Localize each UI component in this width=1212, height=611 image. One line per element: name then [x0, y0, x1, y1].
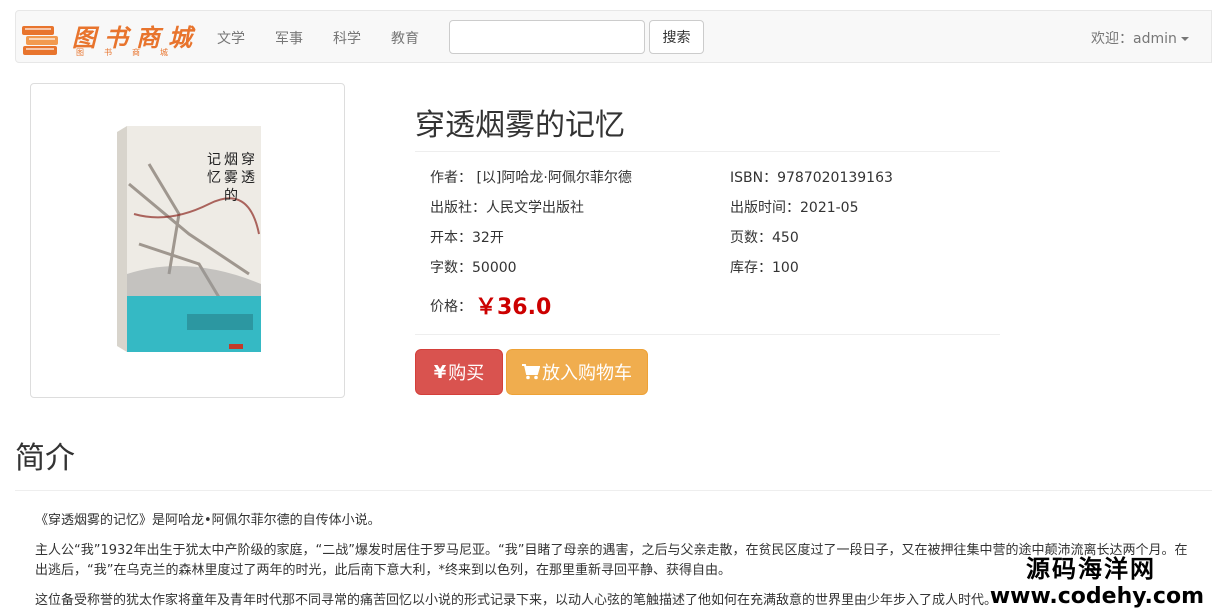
search-button[interactable]: 搜索	[649, 20, 704, 54]
svg-text:雾: 雾	[224, 170, 238, 186]
nav-item-education[interactable]: 教育	[391, 28, 419, 48]
nav-item-science[interactable]: 科学	[333, 28, 361, 48]
book-publisher: 出版社：人民文学出版社	[430, 200, 584, 216]
book-words: 字数：50000	[430, 260, 517, 276]
add-to-cart-button[interactable]: 放入购物车	[506, 349, 648, 395]
buy-button[interactable]: ¥ 购买	[415, 349, 503, 395]
welcome-text: 欢迎：admin	[1091, 31, 1177, 47]
brand-subtitle: 图书商城	[76, 48, 188, 57]
buy-button-label: 购买	[448, 363, 485, 384]
search-input[interactable]	[449, 20, 645, 54]
intro-paragraph: 《穿透烟雾的记忆》是阿哈龙•阿佩尔菲尔德的自传体小说。	[35, 513, 381, 528]
brand-logo[interactable]: 图书商城 图书商城	[20, 16, 200, 60]
caret-down-icon	[1180, 37, 1189, 41]
nav-item-literature[interactable]: 文学	[217, 28, 245, 48]
watermark-cn: 源码海洋网	[1026, 555, 1156, 583]
book-pubdate: 出版时间：2021-05	[730, 200, 859, 216]
user-menu[interactable]: 欢迎：admin	[1091, 28, 1189, 48]
book-title: 穿透烟雾的记忆	[415, 108, 625, 143]
watermark-url: www.codehy.com	[989, 584, 1204, 609]
book-cover-frame: 穿 透 烟 雾 的 记 忆	[30, 83, 345, 398]
books-icon	[22, 26, 58, 55]
cart-button-label: 放入购物车	[542, 363, 632, 384]
svg-text:忆: 忆	[207, 170, 221, 186]
book-cover-image: 穿 透 烟 雾 的 记 忆	[117, 126, 261, 352]
nav-item-military[interactable]: 军事	[275, 28, 303, 48]
top-navbar: 图书商城 图书商城 文学 军事 科学 教育 搜索 欢迎：admin	[15, 10, 1212, 63]
book-stock: 库存：100	[730, 260, 799, 276]
yen-icon: ¥	[433, 361, 447, 383]
svg-text:透: 透	[241, 170, 255, 186]
svg-text:的: 的	[224, 188, 238, 204]
intro-divider	[15, 490, 1212, 491]
book-isbn: ISBN：9787020139163	[730, 170, 893, 186]
cover-title-text: 穿	[241, 152, 255, 168]
book-format: 开本：32开	[430, 230, 504, 246]
svg-text:记: 记	[207, 152, 221, 168]
intro-heading: 简介	[15, 441, 75, 476]
book-pages: 页数：450	[730, 230, 799, 246]
price-divider	[415, 334, 1000, 335]
svg-text:烟: 烟	[224, 152, 238, 168]
price-label: 价格：	[430, 299, 472, 315]
shopping-cart-icon	[522, 364, 540, 380]
book-author: 作者： [以]阿哈龙·阿佩尔菲尔德	[430, 170, 632, 186]
book-price: ￥36.0	[475, 295, 552, 320]
site-watermark: 源码海洋网 www.codehy.com	[990, 549, 1204, 609]
title-divider	[415, 151, 1000, 152]
